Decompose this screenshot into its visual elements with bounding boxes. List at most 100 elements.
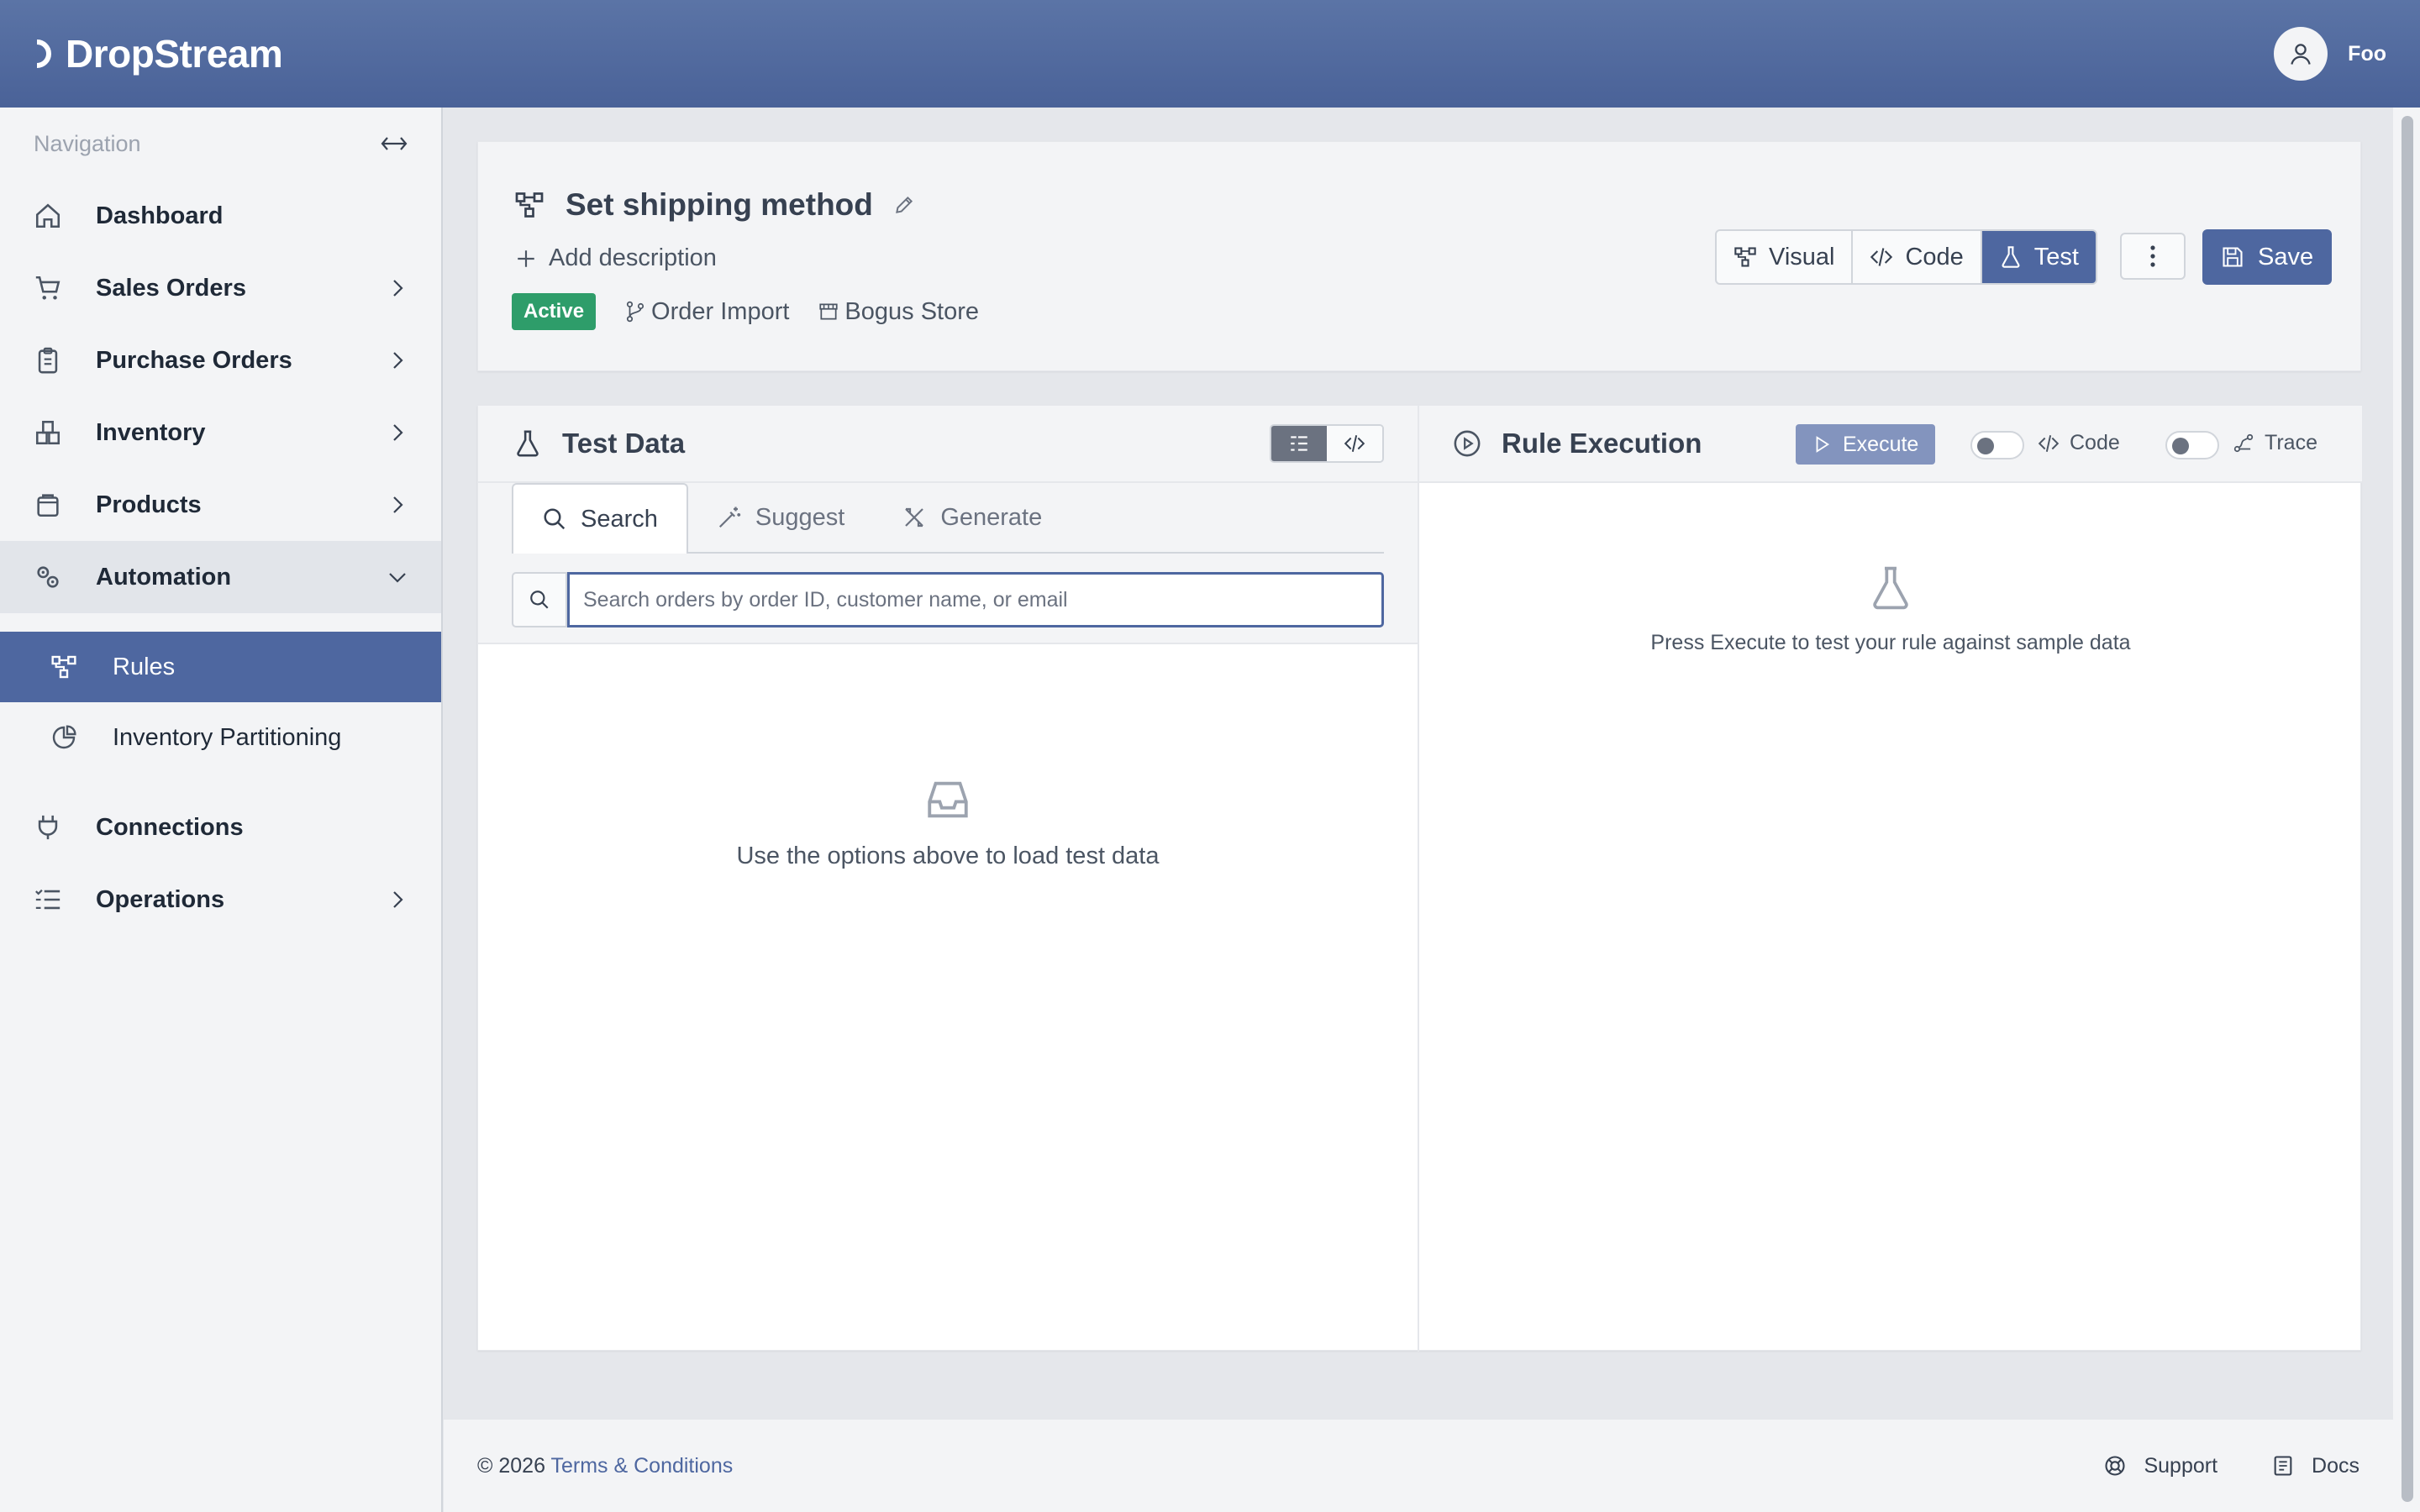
test-data-controls: Search Suggest Generate	[478, 483, 1418, 644]
trace-icon	[2233, 433, 2254, 452]
sidebar-item-products[interactable]: Products	[0, 469, 441, 541]
sidebar-item-label: Sales Orders	[96, 274, 246, 302]
store-icon	[819, 303, 839, 320]
search-icon	[544, 508, 566, 530]
resize-horizontal-icon[interactable]	[381, 134, 408, 153]
chevron-right-icon	[393, 352, 403, 369]
test-data-header: Test Data	[478, 406, 1418, 483]
search-icon	[530, 591, 549, 609]
rule-meta: Active Order Import Bogus Store	[512, 293, 979, 330]
save-icon	[2223, 247, 2243, 267]
empty-message: Press Execute to test your rule against …	[1650, 631, 2131, 654]
flask-icon	[1873, 566, 1908, 610]
order-search-input[interactable]	[567, 572, 1384, 627]
chevron-right-icon	[393, 280, 403, 297]
sidebar-item-dashboard[interactable]: Dashboard	[0, 180, 441, 252]
test-data-empty-state: Use the options above to load test data	[478, 775, 1418, 870]
document-icon	[2274, 1456, 2292, 1476]
flow-icon	[51, 655, 76, 679]
sidebar-item-label: Rules	[113, 653, 176, 680]
pencil-icon[interactable]	[893, 194, 915, 216]
view-toggle	[1270, 424, 1384, 463]
docs-link[interactable]: Docs	[2271, 1454, 2360, 1478]
code-icon	[2038, 434, 2060, 452]
search-row	[512, 572, 1384, 627]
chevron-right-icon	[393, 424, 403, 441]
rule-trigger: Order Import	[624, 298, 789, 326]
trigger-label: Order Import	[651, 297, 790, 325]
cart-icon	[35, 276, 60, 300]
footer-links: Support Docs	[2103, 1454, 2360, 1478]
tab-label: Generate	[940, 503, 1043, 531]
bag-icon	[37, 494, 59, 517]
save-label: Save	[2258, 243, 2314, 270]
flask-icon	[517, 430, 539, 457]
sidebar-item-sales-orders[interactable]: Sales Orders	[0, 252, 441, 324]
tab-generate[interactable]: Generate	[873, 483, 1071, 552]
store-label: Bogus Store	[844, 297, 980, 325]
add-description-label: Add description	[549, 244, 717, 271]
toggle-knob	[2172, 438, 2189, 454]
test-data-panel: Test Data Search Suggest Generate Search…	[478, 406, 1419, 1352]
mode-label: Code	[1905, 243, 1964, 270]
toggle-label: Trace	[2265, 431, 2317, 454]
sidebar-item-label: Inventory	[96, 418, 206, 446]
tab-suggest[interactable]: Suggest	[688, 483, 873, 552]
clipboard-icon	[38, 347, 58, 374]
tab-code[interactable]: Code	[1853, 231, 1982, 283]
sidebar-item-automation[interactable]: Automation	[0, 541, 441, 613]
rule-execution-empty-state: Press Execute to test your rule against …	[1419, 562, 2362, 655]
add-description-button[interactable]: Add description	[515, 244, 717, 272]
tab-search[interactable]: Search	[512, 483, 688, 554]
rule-header-card: Set shipping method Add description Acti…	[477, 141, 2361, 371]
flow-icon	[1734, 247, 1756, 267]
flow-icon	[515, 192, 544, 218]
dropstream-logo-icon	[36, 39, 51, 68]
sidebar-item-label: Dashboard	[96, 202, 224, 229]
tools-icon	[905, 507, 924, 528]
brand-logo[interactable]: DropStream	[34, 31, 283, 76]
execute-button[interactable]: Execute	[1796, 424, 1936, 465]
tab-visual[interactable]: Visual	[1717, 231, 1854, 283]
trace-toggle[interactable]	[2165, 431, 2219, 459]
plus-icon	[518, 249, 534, 267]
user-menu[interactable]: Foo	[2274, 27, 2386, 81]
search-button[interactable]	[512, 572, 567, 627]
support-link[interactable]: Support	[2103, 1454, 2217, 1478]
sidebar-item-operations[interactable]: Operations	[0, 864, 441, 936]
inbox-icon	[928, 781, 968, 818]
sidebar-item-label: Purchase Orders	[96, 346, 292, 374]
user-icon	[2291, 44, 2311, 65]
page-scrollbar[interactable]	[2393, 108, 2420, 1512]
terms-link[interactable]: Terms & Conditions	[550, 1454, 733, 1478]
rule-execution-panel: Rule Execution Execute Code Trace Press …	[1419, 406, 2362, 1352]
home-icon	[35, 203, 60, 228]
tree-view-button[interactable]	[1271, 426, 1327, 461]
code-toggle-label: Code	[2038, 431, 2120, 455]
empty-message: Use the options above to load test data	[736, 843, 1160, 869]
sidebar-item-label: Operations	[96, 885, 225, 913]
sidebar-item-connections[interactable]: Connections	[0, 791, 441, 864]
test-data-title: Test Data	[562, 428, 686, 459]
sidebar-item-rules[interactable]: Rules	[0, 632, 441, 702]
copyright: © 2026	[477, 1453, 545, 1478]
sidebar-item-inventory[interactable]: Inventory	[0, 396, 441, 469]
mode-label: Visual	[1769, 243, 1835, 270]
chevron-down-icon	[389, 573, 406, 583]
status-badge: Active	[512, 293, 597, 330]
code-toggle[interactable]	[1970, 431, 2024, 459]
tab-test[interactable]: Test	[1981, 231, 2096, 283]
rule-execution-header: Rule Execution Execute Code Trace	[1419, 406, 2362, 483]
sidebar-item-label: Automation	[96, 563, 232, 591]
execute-label: Execute	[1843, 432, 1919, 456]
code-view-button[interactable]	[1327, 426, 1382, 461]
sidebar-item-inventory-partitioning[interactable]: Inventory Partitioning	[0, 702, 441, 773]
code-icon	[1870, 248, 1893, 266]
sidebar-item-purchase-orders[interactable]: Purchase Orders	[0, 324, 441, 396]
code-icon	[1344, 435, 1365, 452]
save-button[interactable]: Save	[2202, 229, 2333, 285]
more-options-button[interactable]	[2120, 233, 2186, 280]
footer-left: © 2026 Terms & Conditions	[477, 1454, 733, 1478]
scrollbar-thumb[interactable]	[2402, 116, 2413, 1502]
avatar[interactable]	[2274, 27, 2328, 81]
